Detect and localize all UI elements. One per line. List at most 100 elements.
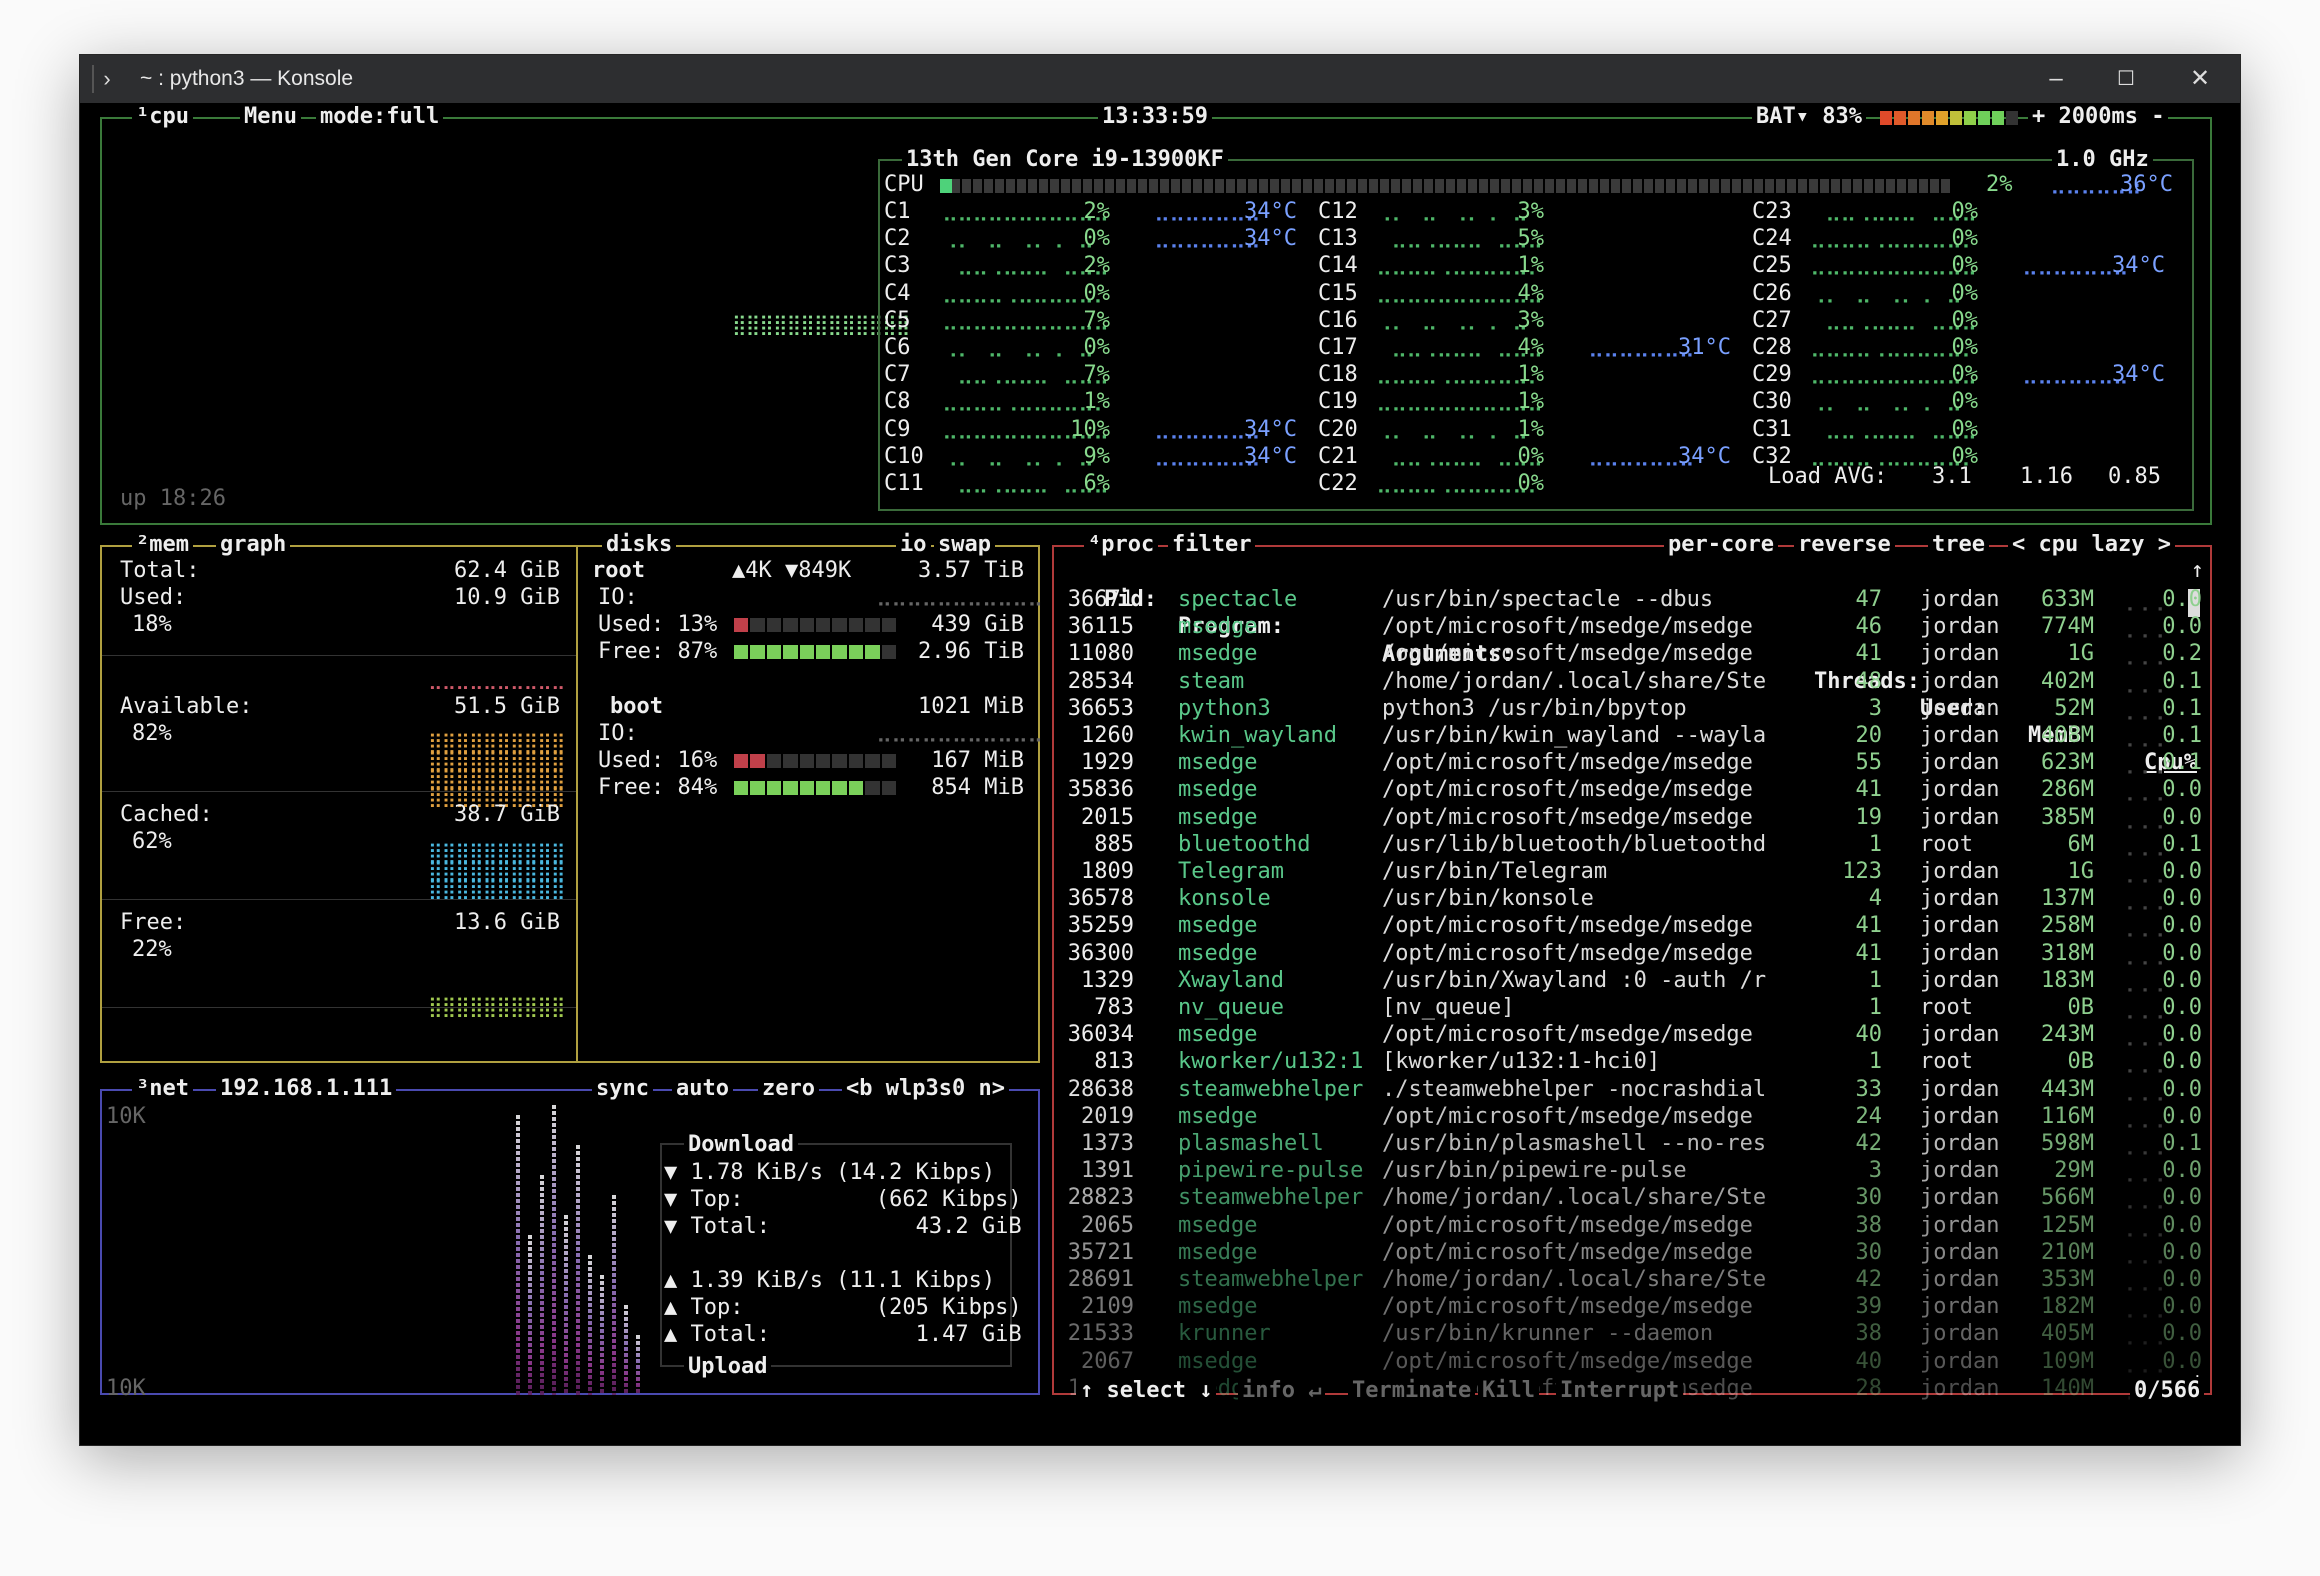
table-row[interactable]: 813 kworker/u132:1 [kworker/u132:1-hci0] 1 r… xyxy=(1074,1048,2202,1075)
table-row[interactable]: 2065 msedge/opt/microsoft/msedge/msedge 38… xyxy=(1074,1212,2202,1239)
disk-boot-used: 167 MiB xyxy=(931,748,1024,773)
io-toggle[interactable]: io xyxy=(896,531,931,558)
cpu-tab[interactable]: ¹cpu xyxy=(132,103,193,130)
core-label: C20 xyxy=(1318,416,1358,442)
table-row[interactable]: 21533 krunner/usr/bin/krunner --daemon 38 j… xyxy=(1068,1320,2202,1347)
swap-toggle[interactable]: swap xyxy=(934,531,995,558)
table-row[interactable]: 36653 python3 python3 /usr/bin/bpytop 3 jord… xyxy=(1068,695,2202,722)
mem-available-pct: 82% xyxy=(132,721,172,746)
table-row[interactable]: 1329 Xwayland/usr/bin/Xwayland :0 -auth /… xyxy=(1074,967,2202,994)
interrupt-button[interactable]: Interrupt xyxy=(1556,1377,1684,1404)
threads-cell: 40 xyxy=(1855,1348,1883,1374)
kill-button[interactable]: Kill xyxy=(1478,1377,1539,1404)
arguments-cell: /usr/bin/Telegram xyxy=(1382,859,1608,884)
proc-tab[interactable]: ⁴proc xyxy=(1084,531,1159,558)
table-row[interactable]: 2109 msedge/opt/microsoft/msedge/msedge 39… xyxy=(1074,1293,2202,1320)
sort-selector[interactable]: < cpu lazy > xyxy=(2008,531,2175,558)
threads-cell: 42 xyxy=(1855,1267,1883,1292)
core-pct: 0% xyxy=(1517,443,1545,469)
memb-cell: 183M xyxy=(2041,967,2094,993)
core-pct: 3% xyxy=(1517,199,1545,224)
scroll-up-icon[interactable]: ↑ xyxy=(2191,557,2204,584)
threads-cell: 1 xyxy=(1868,995,1882,1020)
terminal-area[interactable]: ¹cpu Menu mode:full 13:33:59 BAT▾ 83% + … xyxy=(80,103,2240,1445)
mem-tab[interactable]: ²mem xyxy=(132,531,193,558)
arguments-cell: python3 /usr/bin/bpytop xyxy=(1382,695,1687,721)
net-auto-toggle[interactable]: auto xyxy=(672,1075,733,1102)
table-row[interactable]: 11080 msedge/opt/microsoft/msedge/msedge 4… xyxy=(1068,640,2202,667)
threads-cell: 39 xyxy=(1855,1294,1883,1320)
program-cell: kworker/u132:1 xyxy=(1178,1049,1364,1075)
table-row[interactable]: 1391 pipewire-pulse/usr/bin/pipewire-puls… xyxy=(1074,1157,2202,1184)
table-row[interactable]: 36300 msedge/opt/microsoft/msedge/msedge 4… xyxy=(1068,940,2202,967)
table-row[interactable]: 28638 steamwebhelper ./steamwebhelper -noc… xyxy=(1068,1076,2202,1103)
minimize-icon[interactable]: – xyxy=(2040,63,2072,95)
meter-segment xyxy=(799,618,815,632)
per-core-toggle[interactable]: per-core xyxy=(1664,531,1778,558)
table-row[interactable]: 28534 steam/home/jordan/.local/share/Ste 4… xyxy=(1068,668,2202,695)
meter-segment xyxy=(750,754,765,768)
program-cell: steamwebhelper xyxy=(1178,1185,1364,1211)
arguments-cell: [nv_queue] xyxy=(1382,995,1515,1020)
mode-button[interactable]: mode:full xyxy=(316,103,444,130)
clock: 13:33:59 xyxy=(1098,103,1212,130)
net-upload-top: ▲ Top: (205 Kibps) xyxy=(664,1295,1022,1320)
pid-cell: 2109 xyxy=(1081,1294,1134,1320)
net-graph-bar xyxy=(588,1255,592,1395)
table-row[interactable]: 28691 steamwebhelper/home/jordan/.local/s… xyxy=(1068,1266,2202,1293)
table-row[interactable]: 35259 msedge/opt/microsoft/msedge/msedge 4… xyxy=(1068,912,2202,939)
meter-segment xyxy=(734,645,749,659)
core-pct: 0% xyxy=(1951,307,1979,333)
memb-cell: 385M xyxy=(2041,804,2094,830)
net-zero-toggle[interactable]: zero xyxy=(758,1075,819,1102)
meter-segment xyxy=(816,781,831,795)
table-row[interactable]: 885 bluetoothd/usr/lib/bluetooth/bluetoot… xyxy=(1074,831,2202,858)
graph-toggle[interactable]: graph xyxy=(216,531,291,558)
table-row[interactable]: 36034 msedge/opt/microsoft/msedge/msedge 4… xyxy=(1068,1021,2202,1048)
threads-cell: 19 xyxy=(1855,804,1883,830)
threads-cell: 48 xyxy=(1855,668,1883,694)
core-pct: 0% xyxy=(1951,199,1979,224)
load-1: 3.1 xyxy=(1932,464,1972,489)
info-button[interactable]: info ↵ xyxy=(1238,1377,1326,1404)
threads-cell: 40 xyxy=(1855,1022,1883,1048)
net-interface-selector[interactable]: <b wlp3s0 n> xyxy=(842,1075,1009,1102)
table-row[interactable]: 2019 msedge/opt/microsoft/msedge/msedge 24… xyxy=(1074,1103,2202,1130)
select-control[interactable]: ↑ select ↓ xyxy=(1076,1377,1217,1404)
table-row[interactable]: 1260 kwin_wayland/usr/bin/kwin_wayland --… xyxy=(1074,722,2202,749)
table-row[interactable]: 1373 plasmashell/usr/bin/plasmashell --no… xyxy=(1074,1130,2202,1157)
table-row[interactable]: 35721 msedge/opt/microsoft/msedge/msedge 3… xyxy=(1068,1239,2202,1266)
disks-tab[interactable]: disks xyxy=(602,531,677,558)
table-row[interactable]: 783 nv_queue [nv_queue] 1 root 0B ⠀⡀⡀⡀ 0.0 xyxy=(1074,994,2202,1021)
meter-segment xyxy=(816,618,831,632)
tree-toggle[interactable]: tree xyxy=(1928,531,1989,558)
table-row[interactable]: 36115 msedge/opt/microsoft/msedge/msedge 4… xyxy=(1068,613,2202,640)
net-tab[interactable]: ³net xyxy=(132,1075,193,1102)
interval-control[interactable]: + 2000ms - xyxy=(2028,103,2169,130)
net-sync-toggle[interactable]: sync xyxy=(592,1075,653,1102)
table-row[interactable]: 35836 msedge/opt/microsoft/msedge/msedge 4… xyxy=(1068,776,2202,803)
table-row[interactable]: 2015 msedge/opt/microsoft/msedge/msedge 19… xyxy=(1074,804,2202,831)
terminal-icon[interactable]: › xyxy=(92,65,120,93)
table-row[interactable]: 1929 msedge/opt/microsoft/msedge/msedge 55… xyxy=(1074,749,2202,776)
meter-segment xyxy=(766,754,782,768)
table-row[interactable]: 36671 spectacle/usr/bin/spectacle --dbus 4… xyxy=(1068,586,2202,613)
close-icon[interactable]: ✕ xyxy=(2184,63,2216,95)
menu-button[interactable]: Menu xyxy=(240,103,301,130)
cpu-cell: 0.0 xyxy=(2162,1267,2202,1292)
core-pct: 3% xyxy=(1517,307,1545,333)
maximize-icon[interactable]: ☐ xyxy=(2110,63,2142,95)
core-pct: 6% xyxy=(1083,471,1111,496)
table-row[interactable]: 1809 Telegram/usr/bin/Telegram 123 jordan 1G… xyxy=(1074,858,2202,885)
arguments-cell: /opt/microsoft/msedge/msedge xyxy=(1382,777,1753,803)
table-row[interactable]: 36578 konsole/usr/bin/konsole 4 jordan 137M ⠀… xyxy=(1068,885,2202,912)
mem-divider xyxy=(576,547,578,1061)
terminate-button[interactable]: Terminate xyxy=(1348,1377,1476,1404)
table-row[interactable]: 28823 steamwebhelper/home/jordan/.local/s… xyxy=(1068,1184,2202,1211)
cpu-cell: 0.0 xyxy=(2162,1294,2202,1320)
reverse-toggle[interactable]: reverse xyxy=(1794,531,1895,558)
uptime: up 18:26 xyxy=(120,486,226,511)
table-row[interactable]: 2067 msedge/opt/microsoft/msedge/msedge 40… xyxy=(1074,1348,2202,1375)
proc-filter[interactable]: filter xyxy=(1168,531,1256,558)
core-label: C27 xyxy=(1752,307,1792,333)
